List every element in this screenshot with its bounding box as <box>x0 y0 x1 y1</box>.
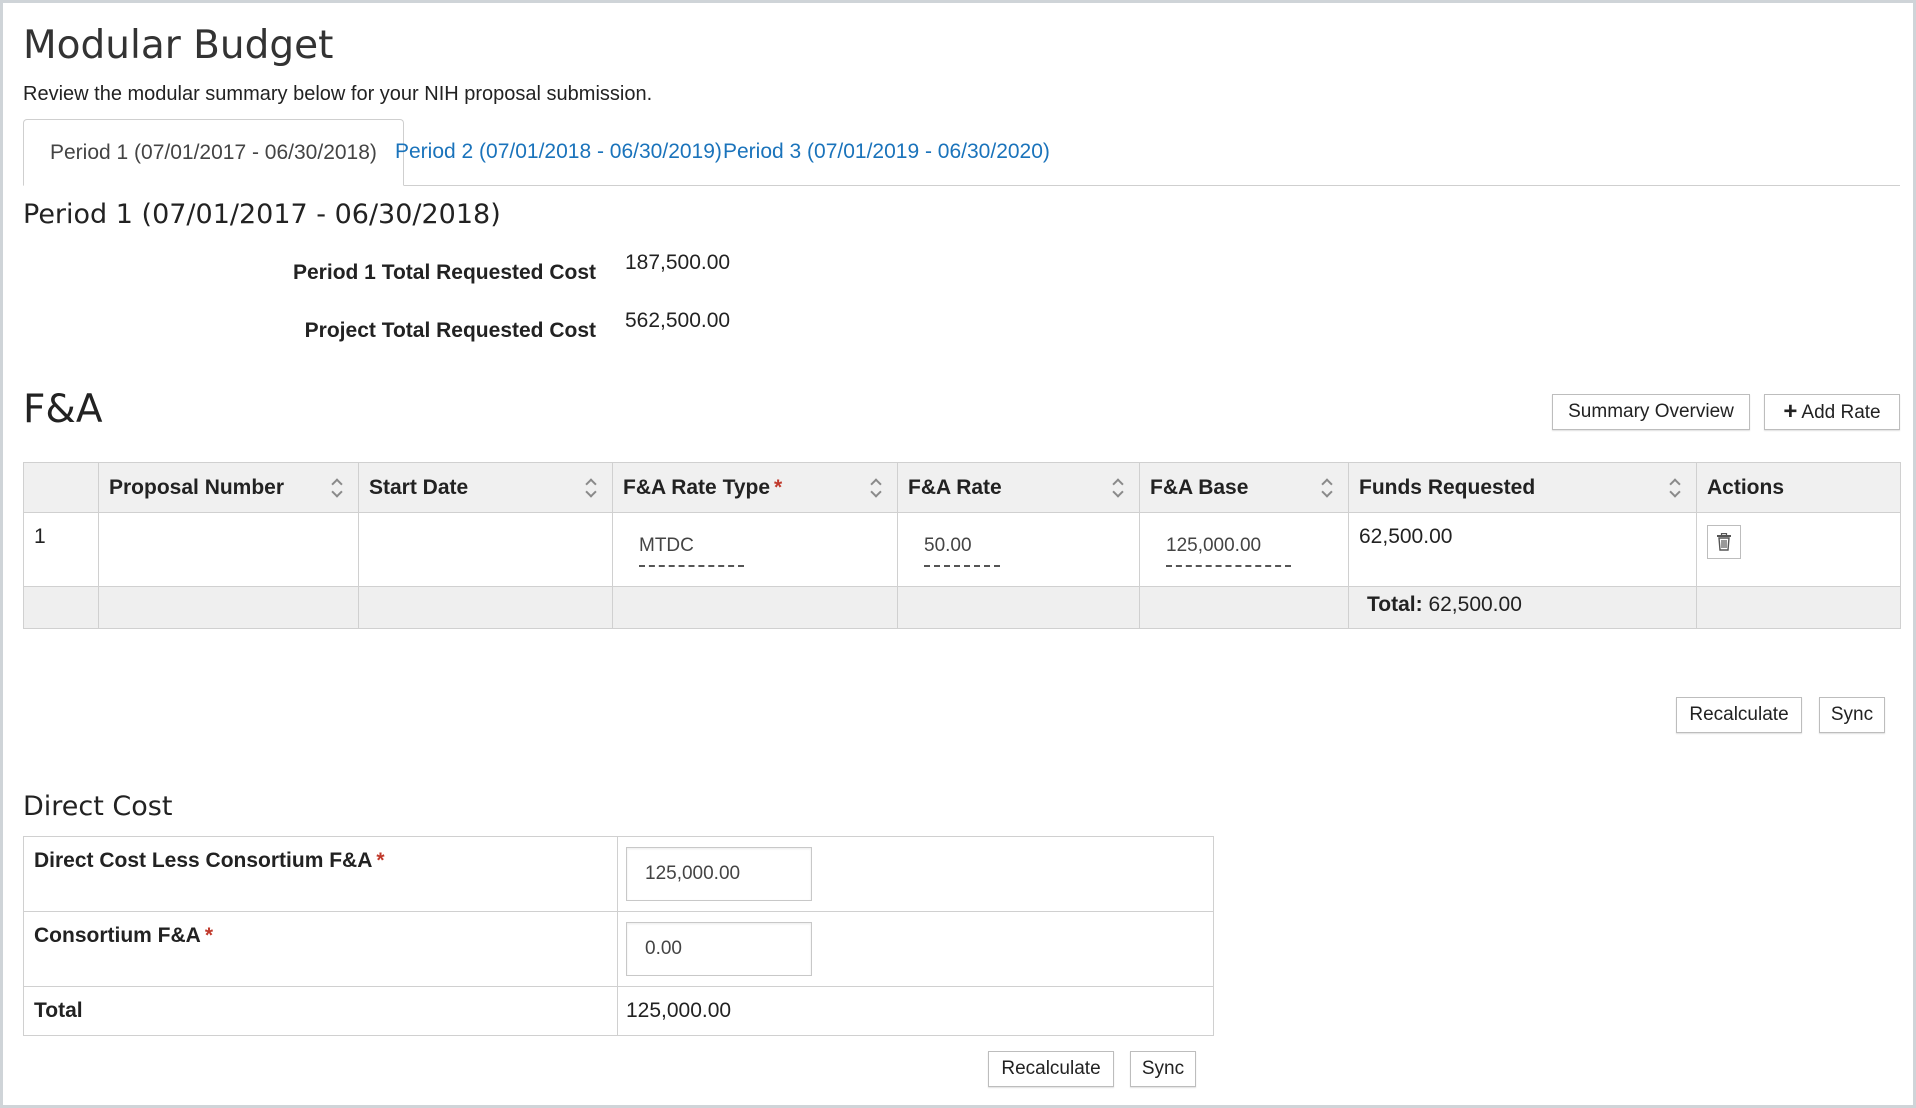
actions-cell <box>1696 512 1901 587</box>
direct-cost-total-value: 125,000.00 <box>617 986 1214 1036</box>
required-marker: * <box>204 924 214 947</box>
direct-cost-total-label: Total <box>23 986 618 1036</box>
proposal-number-cell <box>98 512 359 587</box>
row-index: 1 <box>23 512 99 587</box>
required-marker: * <box>376 849 385 872</box>
direct-cost-table: Direct Cost Less Consortium F&A* Consort… <box>23 836 1214 1036</box>
dc-recalculate-button[interactable]: Recalculate <box>988 1051 1114 1087</box>
period-heading: Period 1 (07/01/2017 - 06/30/2018) <box>23 199 501 230</box>
sort-icon[interactable] <box>586 477 598 499</box>
consortium-fa-row: Consortium F&A * <box>23 911 1214 987</box>
dc-sync-button[interactable]: Sync <box>1130 1051 1196 1087</box>
col-rate[interactable]: F&A Rate <box>897 462 1140 513</box>
sort-icon[interactable] <box>1322 477 1334 499</box>
fa-recalculate-button[interactable]: Recalculate <box>1676 697 1802 733</box>
direct-cost-row: Direct Cost Less Consortium F&A * <box>23 836 1214 912</box>
funds-requested-cell: 62,500.00 <box>1348 512 1697 587</box>
fa-total-value: 62,500.00 <box>1428 593 1522 616</box>
add-rate-label: Add Rate <box>1801 402 1881 423</box>
table-header-row: Proposal Number Start Date F&A Rate Type… <box>23 462 1901 513</box>
consortium-fa-input[interactable] <box>626 922 812 976</box>
tab-period-3[interactable]: Period 3 (07/01/2019 - 06/30/2020) <box>697 119 1076 185</box>
consortium-fa-label: Consortium F&A * <box>23 911 618 987</box>
page-subtitle: Review the modular summary below for you… <box>23 83 653 105</box>
col-index <box>23 462 99 513</box>
direct-cost-less-consortium-input[interactable] <box>626 847 812 901</box>
col-proposal-number[interactable]: Proposal Number <box>98 462 359 513</box>
table-row: 1 MTDC 50.00 125,000.00 62,500.00 <box>23 512 1901 587</box>
tab-period-1[interactable]: Period 1 (07/01/2017 - 06/30/2018) <box>23 119 404 186</box>
col-base[interactable]: F&A Base <box>1139 462 1349 513</box>
period-total-label: Period 1 Total Requested Cost <box>293 261 596 284</box>
sort-icon[interactable] <box>1670 477 1682 499</box>
col-start-date[interactable]: Start Date <box>358 462 613 513</box>
dc-recalculate-label: Recalculate <box>1001 1058 1101 1079</box>
rate-type-editable[interactable]: MTDC <box>639 535 744 567</box>
trash-icon <box>1717 533 1731 551</box>
plus-icon: + <box>1783 398 1798 425</box>
direct-cost-heading: Direct Cost <box>23 791 173 822</box>
direct-cost-less-consortium-label: Direct Cost Less Consortium F&A * <box>23 836 618 912</box>
fa-heading: F&A <box>23 387 103 432</box>
rate-cell: 50.00 <box>897 512 1140 587</box>
col-funds-requested[interactable]: Funds Requested <box>1348 462 1697 513</box>
delete-rate-button[interactable] <box>1707 525 1741 559</box>
summary-overview-button[interactable]: Summary Overview <box>1552 394 1750 430</box>
app-frame: Modular Budget Review the modular summar… <box>0 0 1916 1108</box>
dc-sync-label: Sync <box>1141 1058 1185 1079</box>
period-total-value: 187,500.00 <box>625 251 731 274</box>
fa-sync-label: Sync <box>1830 704 1874 725</box>
project-total-label: Project Total Requested Cost <box>304 319 596 342</box>
base-editable[interactable]: 125,000.00 <box>1166 535 1292 567</box>
required-marker: * <box>774 475 783 499</box>
start-date-cell <box>358 512 613 587</box>
fa-total-label: Total: <box>1367 593 1423 616</box>
col-rate-type[interactable]: F&A Rate Type * <box>612 462 898 513</box>
page-title: Modular Budget <box>23 23 334 68</box>
fa-recalculate-label: Recalculate <box>1689 704 1789 725</box>
sort-icon[interactable] <box>1113 477 1125 499</box>
col-actions: Actions <box>1696 462 1901 513</box>
sort-icon[interactable] <box>871 477 883 499</box>
fa-rates-table: Proposal Number Start Date F&A Rate Type… <box>23 462 1901 629</box>
fa-total-cell: Total: 62,500.00 <box>1348 586 1697 629</box>
summary-overview-label: Summary Overview <box>1568 401 1734 422</box>
rate-type-cell: MTDC <box>612 512 898 587</box>
rate-editable[interactable]: 50.00 <box>924 535 1000 567</box>
project-total-value: 562,500.00 <box>625 309 731 332</box>
tab-period-2[interactable]: Period 2 (07/01/2018 - 06/30/2019) <box>369 119 748 185</box>
direct-cost-total-row: Total 125,000.00 <box>23 986 1214 1036</box>
base-cell: 125,000.00 <box>1139 512 1349 587</box>
period-tabs: Period 1 (07/01/2017 - 06/30/2018) Perio… <box>23 119 1900 186</box>
table-total-row: Total: 62,500.00 <box>23 586 1901 629</box>
fa-sync-button[interactable]: Sync <box>1819 697 1885 733</box>
sort-icon[interactable] <box>332 477 344 499</box>
add-rate-button[interactable]: + Add Rate <box>1764 394 1900 430</box>
